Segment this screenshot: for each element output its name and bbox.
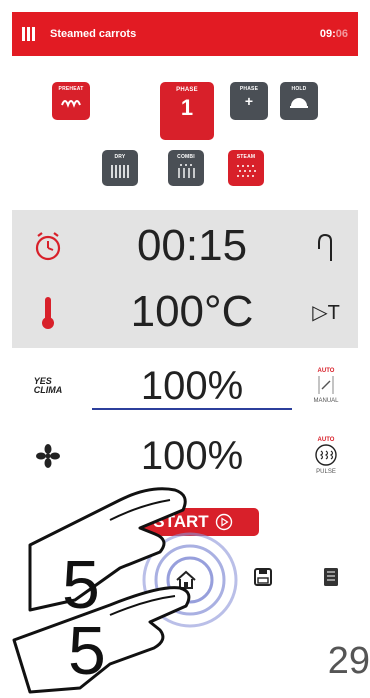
finger-count-bottom: 5 [68,613,106,689]
page-number: 29 [327,640,370,682]
gesture-overlay [12,487,238,694]
